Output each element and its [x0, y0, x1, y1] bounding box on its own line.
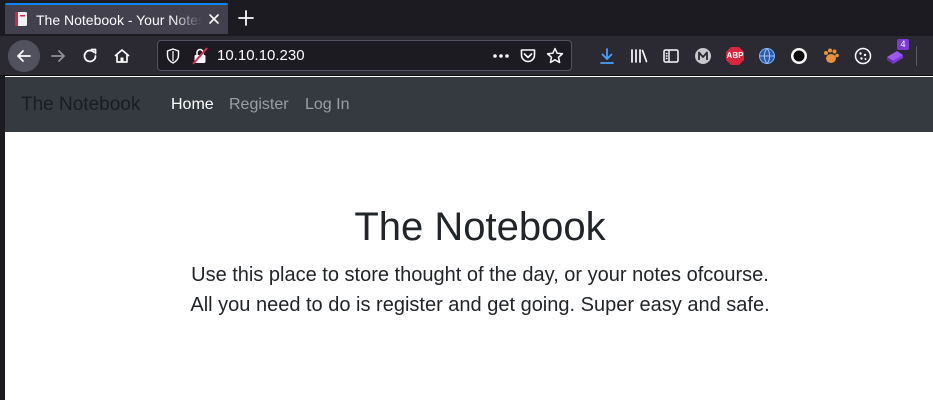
nav-link-login[interactable]: Log In [305, 95, 349, 115]
fox-paw-icon [824, 48, 839, 63]
site-brand[interactable]: The Notebook [21, 94, 140, 116]
extension-m-button[interactable] [693, 46, 713, 66]
page-title: The Notebook [354, 205, 606, 249]
home-button[interactable] [106, 40, 138, 72]
insecure-lock-icon[interactable] [192, 47, 208, 65]
globe-icon [759, 48, 775, 64]
forward-button[interactable] [42, 40, 74, 72]
browser-tab[interactable]: The Notebook - Your Notes [5, 3, 228, 34]
cookie-icon [854, 47, 872, 65]
nav-link-home[interactable]: Home [171, 95, 214, 115]
tab-title: The Notebook - Your Notes [36, 12, 202, 28]
notebook-favicon-icon [15, 12, 27, 26]
toolbar-divider [916, 46, 917, 66]
globe-extension-button[interactable] [757, 46, 777, 66]
reload-icon [83, 48, 97, 63]
back-button[interactable] [8, 40, 40, 72]
nav-link-register[interactable]: Register [229, 95, 289, 115]
hero-description-line-2: All you need to do is register and get g… [190, 294, 770, 316]
download-arrow-icon [600, 48, 614, 64]
sidebar-button[interactable] [661, 46, 681, 66]
new-tab-icon[interactable] [237, 9, 255, 27]
home-icon [114, 49, 130, 63]
arrow-right-icon [51, 50, 65, 62]
adblock-plus-button[interactable]: ABP [725, 46, 745, 66]
record-circle-icon [791, 48, 807, 64]
library-button[interactable] [629, 46, 649, 66]
tab-strip: The Notebook - Your Notes [0, 0, 933, 36]
site-navbar: The Notebook Home Register Log In [5, 77, 933, 132]
tab-active-indicator [5, 3, 228, 5]
hero-description-line-1: Use this place to store thought of the d… [191, 264, 769, 286]
reload-button[interactable] [74, 40, 106, 72]
m-circle-icon [695, 48, 711, 64]
sidebar-icon [663, 49, 679, 63]
library-icon [631, 49, 648, 63]
bookmark-star-icon[interactable] [546, 47, 564, 65]
cookie-extension-button[interactable] [853, 46, 873, 66]
page-actions-more-icon[interactable] [491, 47, 511, 65]
dark-circle-extension-button[interactable] [789, 46, 809, 66]
pocket-icon[interactable] [519, 47, 537, 65]
downloads-button[interactable] [597, 46, 617, 66]
arrow-left-icon [17, 50, 31, 62]
extension-badge: 4 [897, 39, 909, 50]
close-tab-icon[interactable] [207, 12, 221, 26]
foxy-extension-button[interactable] [821, 46, 841, 66]
adblock-label: ABP [726, 51, 744, 60]
browser-toolbar: 10.10.10.230 ABP 4 [0, 36, 933, 76]
url-text[interactable]: 10.10.10.230 [217, 47, 305, 65]
address-bar[interactable]: 10.10.10.230 [157, 40, 572, 71]
shield-icon[interactable] [166, 48, 180, 64]
